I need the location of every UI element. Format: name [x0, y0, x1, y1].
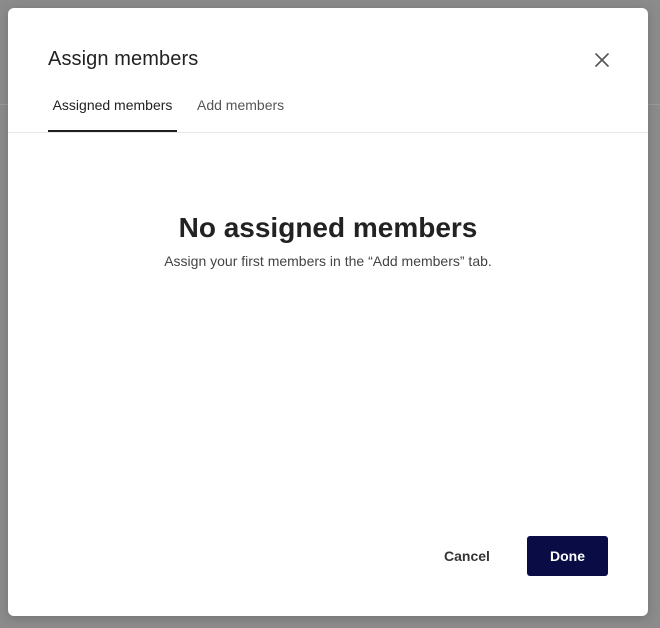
cancel-button[interactable]: Cancel	[430, 536, 504, 576]
dialog-title: Assign members	[48, 48, 199, 70]
close-icon	[595, 53, 609, 67]
done-button[interactable]: Done	[527, 536, 608, 576]
tab-assigned-members[interactable]: Assigned members	[48, 92, 177, 132]
close-button[interactable]	[590, 48, 614, 72]
assign-members-dialog: Assign members Assigned members Add memb…	[8, 8, 648, 616]
empty-state-message: Assign your first members in the “Add me…	[164, 253, 492, 269]
tab-add-members[interactable]: Add members	[197, 92, 284, 132]
empty-state-heading: No assigned members	[178, 212, 478, 243]
tab-bar: Assigned members Add members	[8, 92, 648, 133]
